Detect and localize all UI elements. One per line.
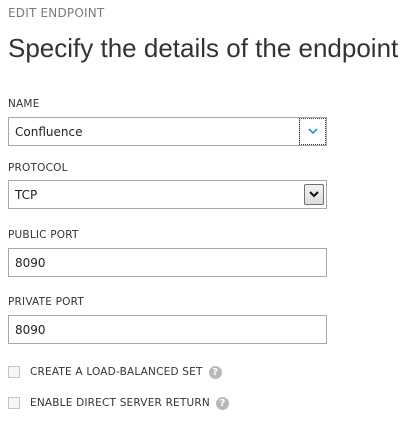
load-balanced-set-label[interactable]: CREATE A LOAD-BALANCED SET [30, 366, 203, 378]
name-value[interactable]: Confluence [15, 125, 82, 139]
private-port-input[interactable]: 8090 [8, 315, 327, 344]
protocol-label: PROTOCOL [8, 162, 68, 174]
public-port-label: PUBLIC PORT [8, 229, 79, 241]
private-port-label: PRIVATE PORT [8, 296, 84, 308]
direct-server-return-option[interactable]: ENABLE DIRECT SERVER RETURN ? [8, 395, 229, 411]
name-label: NAME [8, 98, 40, 110]
page-title: Specify the details of the endpoint [8, 33, 399, 63]
direct-server-return-label[interactable]: ENABLE DIRECT SERVER RETURN [30, 397, 210, 409]
question-icon[interactable]: ? [208, 365, 222, 379]
dialog-eyebrow: EDIT ENDPOINT [8, 6, 105, 20]
question-icon[interactable]: ? [215, 396, 229, 410]
name-combobox[interactable]: Confluence [8, 117, 327, 146]
chevron-down-icon[interactable] [304, 184, 324, 205]
direct-server-return-checkbox[interactable] [8, 397, 20, 409]
private-port-value[interactable]: 8090 [15, 323, 46, 337]
public-port-input[interactable]: 8090 [8, 248, 327, 277]
protocol-value[interactable]: TCP [15, 188, 37, 202]
load-balanced-set-checkbox[interactable] [8, 366, 20, 378]
public-port-value[interactable]: 8090 [15, 256, 46, 270]
load-balanced-set-option[interactable]: CREATE A LOAD-BALANCED SET ? [8, 364, 222, 380]
edit-endpoint-page: EDIT ENDPOINT Specify the details of the… [0, 0, 413, 433]
protocol-select[interactable]: TCP [8, 180, 327, 209]
chevron-down-icon[interactable] [299, 118, 326, 145]
